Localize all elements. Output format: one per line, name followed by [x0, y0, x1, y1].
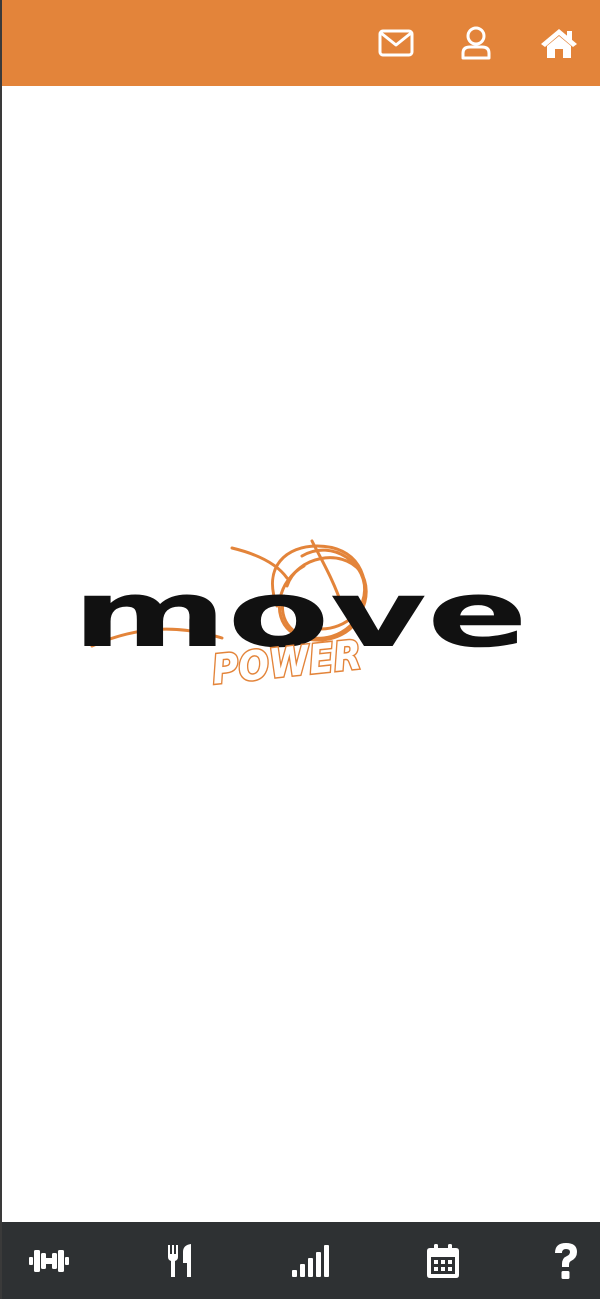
- main-content: move POWER: [2, 86, 600, 1222]
- mail-icon: [378, 29, 414, 57]
- profile-button[interactable]: [455, 22, 497, 64]
- mail-button[interactable]: [375, 22, 417, 64]
- bottom-nav: [2, 1222, 600, 1299]
- dumbbell-icon: [29, 1250, 69, 1272]
- fork-knife-icon: [168, 1244, 191, 1277]
- signal-bars-icon: [292, 1245, 329, 1277]
- nav-help-button[interactable]: [543, 1238, 589, 1284]
- nav-nutrition-button[interactable]: [158, 1238, 204, 1284]
- nav-workout-button[interactable]: [26, 1238, 72, 1284]
- app-frame: move POWER: [0, 0, 600, 1299]
- move-power-logo: move POWER: [72, 526, 534, 701]
- header-bar: [2, 0, 600, 86]
- question-mark-icon: [555, 1243, 577, 1279]
- nav-progress-button[interactable]: [287, 1238, 333, 1284]
- nav-calendar-button[interactable]: [420, 1238, 466, 1284]
- user-profile-icon: [461, 26, 491, 60]
- home-icon: [541, 29, 577, 58]
- calendar-icon: [427, 1244, 459, 1278]
- home-button[interactable]: [538, 22, 580, 64]
